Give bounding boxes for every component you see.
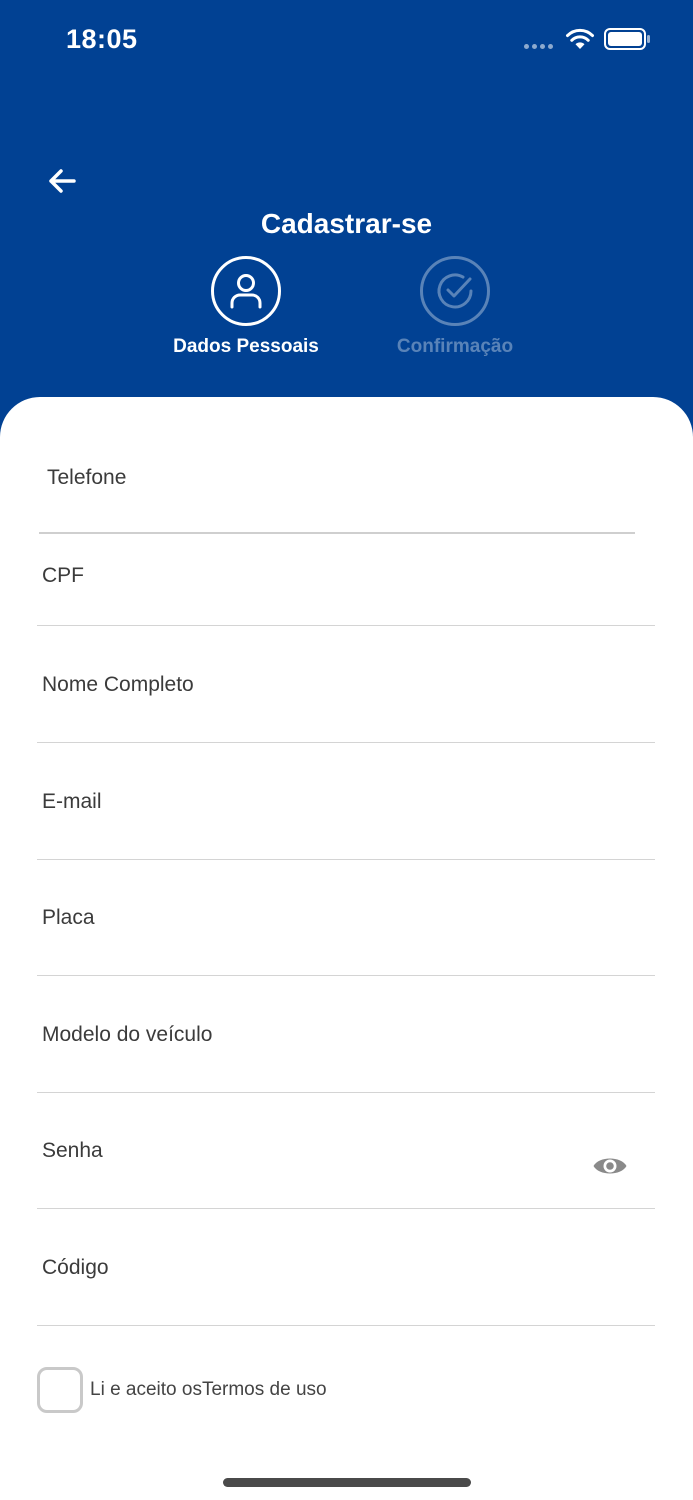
code-field-label: Código [42,1256,109,1279]
eye-icon[interactable] [592,1153,628,1179]
step-circle-personal [211,256,281,326]
terms-row: Li e aceito osTermos de uso [37,1366,327,1414]
header: 18:05 Cadastrar-se Dados Pessoais Confir… [0,0,693,440]
step-confirmation: Confirmação [365,256,545,358]
cellular-signal-icon [524,44,556,50]
cpf-field[interactable]: CPF [37,510,655,626]
vehicle-model-field-label: Modelo do veículo [42,1023,213,1046]
step-label-personal: Dados Pessoais [173,336,319,357]
step-personal-data: Dados Pessoais [156,256,336,358]
home-indicator [223,1478,471,1487]
check-circle-icon [437,273,473,309]
code-field[interactable]: Código [37,1210,655,1326]
person-icon [230,274,262,309]
step-circle-confirm [420,256,490,326]
wifi-icon [566,28,594,49]
step-label-confirm: Confirmação [396,336,514,357]
status-bar: 18:05 [0,0,693,80]
plate-field-label: Placa [42,906,95,929]
terms-checkbox[interactable] [37,1367,83,1413]
battery-icon [604,28,650,50]
plate-field[interactable]: Placa [37,860,655,976]
back-button[interactable] [44,164,80,198]
password-field[interactable]: Senha [37,1093,655,1209]
page-title: Cadastrar-se [260,208,433,239]
full-name-field-label: Nome Completo [42,673,194,696]
status-time: 18:05 [66,24,138,54]
password-field-label: Senha [42,1139,103,1162]
cpf-field-label: CPF [42,564,84,587]
full-name-field[interactable]: Nome Completo [37,627,655,743]
vehicle-model-field[interactable]: Modelo do veículo [37,977,655,1093]
email-field[interactable]: E-mail [37,744,655,860]
terms-label[interactable]: Li e aceito osTermos de uso [90,1379,327,1401]
phone-field-label: Telefone [47,466,127,489]
arrow-left-icon [49,169,76,193]
email-field-label: E-mail [42,790,102,813]
